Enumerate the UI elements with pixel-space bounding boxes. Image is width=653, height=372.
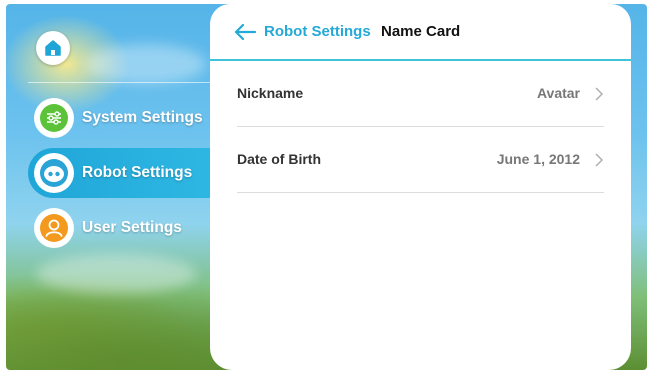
nickname-row[interactable]: Nickname Avatar [237,61,604,127]
row-label: Nickname [237,85,304,101]
chevron-right-icon [595,153,604,167]
settings-panel: Robot Settings Name Card Nickname Avatar… [210,4,631,370]
page-title: Name Card [381,23,461,40]
row-value: Avatar [536,85,580,101]
user-icon [40,214,68,242]
sliders-icon [40,104,68,132]
date-of-birth-row[interactable]: Date of Birth June 1, 2012 [237,127,604,193]
cloud [36,254,196,294]
home-icon [45,40,61,56]
sidebar-item-user-settings[interactable]: User Settings [28,203,213,253]
row-label: Date of Birth [237,151,321,167]
sidebar-item-label: User Settings [82,219,182,236]
panel-header: Robot Settings Name Card [210,4,631,61]
cloud [86,44,206,84]
sidebar-item-label: System Settings [82,109,203,126]
back-arrow-icon[interactable] [234,23,256,41]
nav-icon-wrapper [34,208,74,248]
sidebar-item-robot-settings[interactable]: Robot Settings [28,148,213,198]
back-button[interactable]: Robot Settings [264,23,371,40]
home-button[interactable] [36,31,70,65]
sidebar-item-label: Robot Settings [82,164,193,181]
nav-icon-wrapper [34,153,74,193]
row-value: June 1, 2012 [496,151,580,167]
robot-icon [40,159,68,187]
chevron-right-icon [595,87,604,101]
sidebar-divider [28,82,213,83]
sidebar-item-system-settings[interactable]: System Settings [28,93,213,143]
nav-icon-wrapper [34,98,74,138]
